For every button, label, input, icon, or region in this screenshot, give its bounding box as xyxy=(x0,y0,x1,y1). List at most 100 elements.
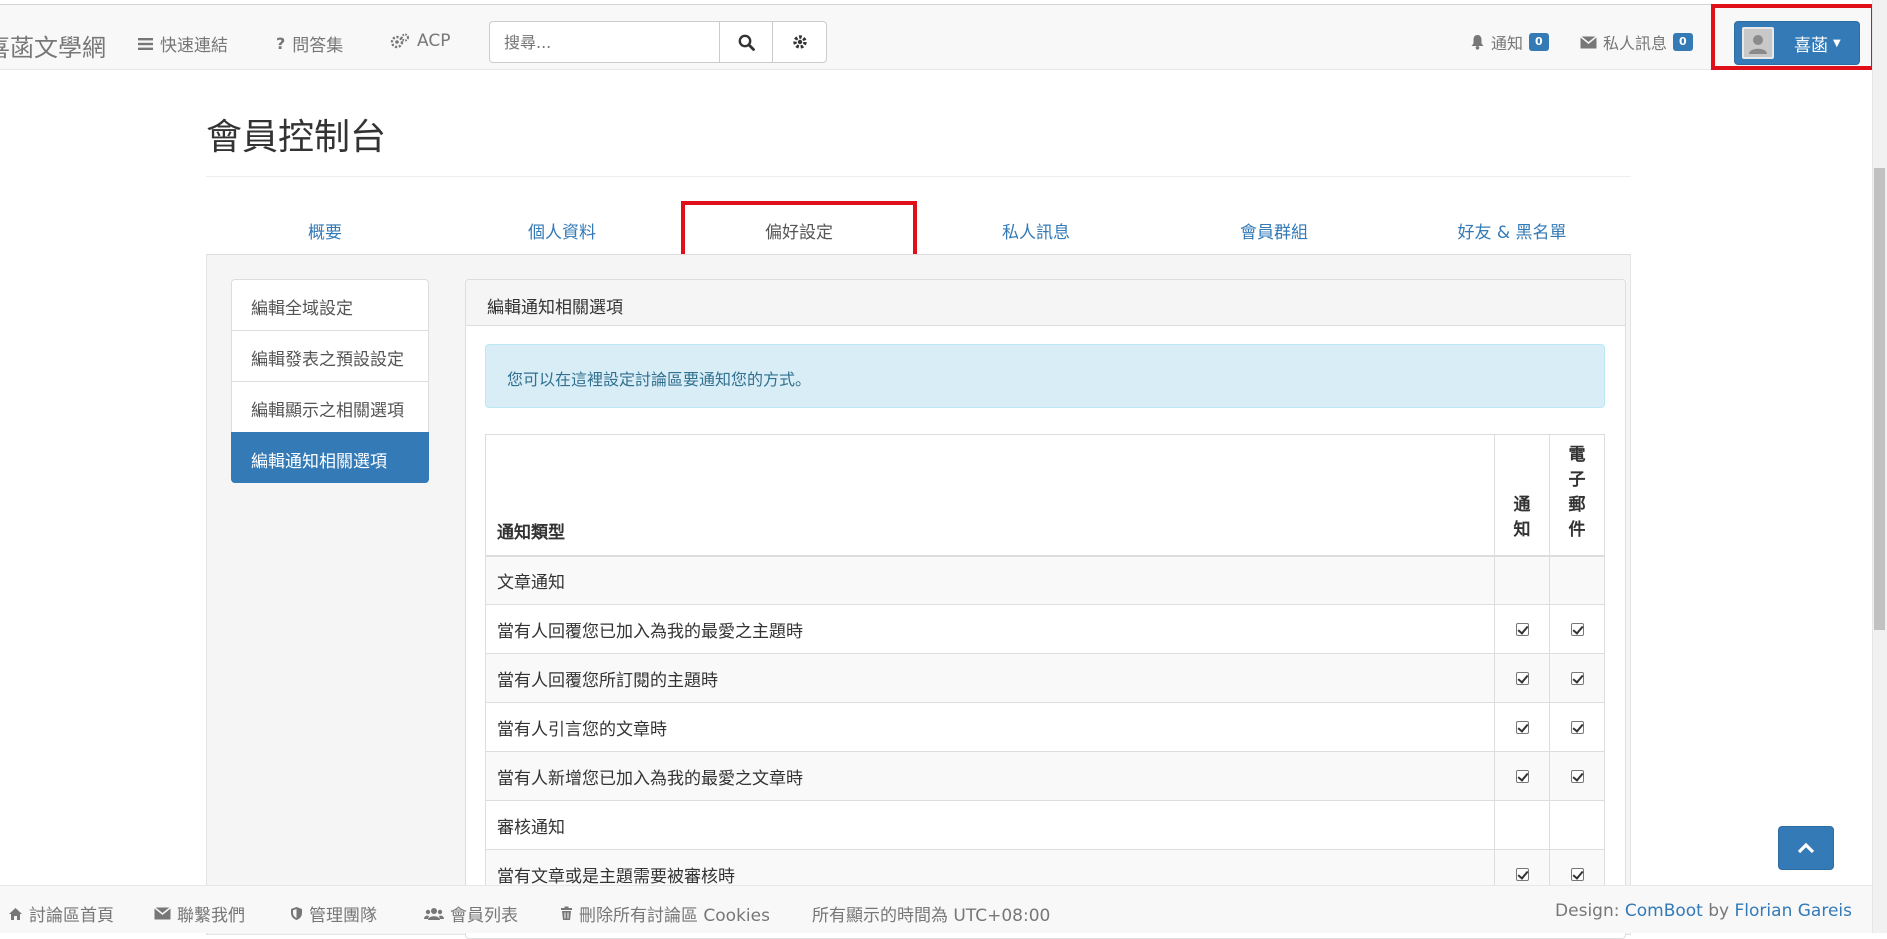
empty-cell xyxy=(1494,555,1550,605)
sidebar-item-display-options[interactable]: 編輯顯示之相關選項 xyxy=(231,381,429,432)
scrollbar-thumb[interactable] xyxy=(1874,168,1885,630)
column-header-email: 電子郵件 xyxy=(1549,434,1605,557)
group-label: 文章通知 xyxy=(485,555,1495,605)
advanced-search-button[interactable] xyxy=(773,21,827,63)
tab-preferences[interactable]: 偏好設定 xyxy=(765,218,833,243)
footer-board-index-label: 討論區首頁 xyxy=(29,906,114,926)
quick-links-menu[interactable]: 快速連結 xyxy=(138,31,228,56)
notifications-count-badge: 0 xyxy=(1529,33,1549,51)
footer-delete-cookies-link[interactable]: 刪除所有討論區 Cookies xyxy=(560,901,770,926)
footer-timezone-label: 所有顯示的時間為 UTC+08:00 xyxy=(812,906,1051,926)
notification-options-panel: 編輯通知相關選項 您可以在這裡設定討論區要通知您的方式。 通知類型 通知 電子郵… xyxy=(465,279,1626,939)
question-icon: ? xyxy=(276,34,286,53)
faq-link[interactable]: ? 問答集 xyxy=(276,31,343,56)
notifications-link[interactable]: 通知 0 xyxy=(1470,30,1549,54)
title-divider xyxy=(206,176,1631,177)
private-messages-link[interactable]: 私人訊息 0 xyxy=(1580,30,1693,54)
email-checkbox[interactable] xyxy=(1570,671,1584,685)
bell-icon xyxy=(1471,35,1484,50)
credit-author-link[interactable]: Florian Gareis xyxy=(1735,901,1852,921)
table-group-row: 文章通知 xyxy=(485,555,1605,605)
empty-cell xyxy=(1494,800,1550,850)
tab-friends-foes[interactable]: 好友 & 黑名單 xyxy=(1457,218,1566,243)
avatar xyxy=(1742,27,1774,59)
tab-private-messages[interactable]: 私人訊息 xyxy=(1002,218,1070,243)
shield-icon xyxy=(291,907,302,920)
site-brand[interactable]: 喜菡文學網 xyxy=(0,28,106,63)
private-messages-label: 私人訊息 xyxy=(1603,34,1668,53)
table-row: 當有人新增您已加入為我的最愛之文章時 xyxy=(485,751,1605,801)
notification-options-table: 通知類型 通知 電子郵件 文章通知 當有人回覆您已加入為我的最愛之主題時 當有人… xyxy=(485,434,1605,899)
email-checkbox[interactable] xyxy=(1570,622,1584,636)
tab-usergroups[interactable]: 會員群組 xyxy=(1240,218,1308,243)
users-icon xyxy=(424,907,444,920)
column-header-type: 通知類型 xyxy=(485,434,1495,557)
quick-links-label: 快速連結 xyxy=(160,36,228,56)
caret-down-icon: ▼ xyxy=(1833,37,1841,49)
tab-profile[interactable]: 個人資料 xyxy=(528,218,596,243)
notify-checkbox[interactable] xyxy=(1515,622,1529,636)
notify-cell xyxy=(1494,604,1550,654)
search-input[interactable] xyxy=(489,21,719,63)
table-group-row: 審核通知 xyxy=(485,800,1605,850)
notifications-label: 通知 xyxy=(1491,34,1524,53)
table-row: 當有人回覆您所訂閱的主題時 xyxy=(485,653,1605,703)
column-header-notify-label: 通知 xyxy=(1513,494,1531,540)
chevron-up-icon xyxy=(1797,842,1815,854)
user-menu-button[interactable]: 喜菡 ▼ xyxy=(1734,21,1860,65)
credit-by: by xyxy=(1708,901,1730,921)
email-checkbox[interactable] xyxy=(1570,769,1584,783)
sidebar-item-notification-options[interactable]: 編輯通知相關選項 xyxy=(231,432,429,483)
email-cell xyxy=(1549,751,1605,801)
tab-overview[interactable]: 概要 xyxy=(308,218,342,243)
sidebar-item-global-settings[interactable]: 編輯全域設定 xyxy=(231,279,429,330)
notify-checkbox[interactable] xyxy=(1515,769,1529,783)
back-to-top-button[interactable] xyxy=(1778,826,1834,870)
notify-checkbox[interactable] xyxy=(1515,867,1529,881)
acp-label: ACP xyxy=(417,31,451,51)
footer-timezone: 所有顯示的時間為 UTC+08:00 xyxy=(812,901,1050,926)
footer-team-link[interactable]: 管理團隊 xyxy=(290,901,377,926)
top-navbar: 喜菡文學網 快速連結 ? 問答集 ACP 通知 0 私人訊息 0 喜菡 ▼ xyxy=(0,4,1872,70)
sidebar-item-posting-defaults[interactable]: 編輯發表之預設設定 xyxy=(231,330,429,381)
footer-delete-cookies-label: 刪除所有討論區 Cookies xyxy=(579,906,770,926)
faq-label: 問答集 xyxy=(292,36,344,56)
notification-type-label: 當有人回覆您已加入為我的最愛之主題時 xyxy=(485,604,1495,654)
user-name: 喜菡 xyxy=(1794,35,1828,56)
notify-cell xyxy=(1494,702,1550,752)
email-checkbox[interactable] xyxy=(1570,867,1584,881)
gear-icon xyxy=(792,35,807,49)
search-button[interactable] xyxy=(719,21,773,63)
info-alert: 您可以在這裡設定討論區要通知您的方式。 xyxy=(485,344,1605,408)
footer-board-index-link[interactable]: 討論區首頁 xyxy=(8,901,114,926)
footer-contact-link[interactable]: 聯繫我們 xyxy=(154,901,245,926)
credit-theme-link[interactable]: ComBoot xyxy=(1625,901,1703,921)
footer-contact-label: 聯繫我們 xyxy=(177,906,245,926)
footer-credit: Design: ComBoot by Florian Gareis xyxy=(1555,901,1852,921)
notification-type-label: 當有人回覆您所訂閱的主題時 xyxy=(485,653,1495,703)
empty-cell xyxy=(1549,800,1605,850)
notify-checkbox[interactable] xyxy=(1515,720,1529,734)
private-messages-count-badge: 0 xyxy=(1673,33,1693,51)
home-icon xyxy=(9,907,22,920)
footer-team-label: 管理團隊 xyxy=(309,906,377,926)
notification-type-label: 當有人引言您的文章時 xyxy=(485,702,1495,752)
panel-heading: 編輯通知相關選項 xyxy=(466,280,1625,326)
credit-prefix: Design: xyxy=(1555,901,1620,921)
bars-icon xyxy=(138,37,153,50)
table-row: 當有人引言您的文章時 xyxy=(485,702,1605,752)
email-checkbox[interactable] xyxy=(1570,720,1584,734)
page-title: 會員控制台 xyxy=(206,117,387,158)
notify-cell xyxy=(1494,653,1550,703)
email-cell xyxy=(1549,604,1605,654)
footer-memberlist-link[interactable]: 會員列表 xyxy=(424,901,518,926)
empty-cell xyxy=(1549,555,1605,605)
notify-checkbox[interactable] xyxy=(1515,671,1529,685)
search-icon xyxy=(738,34,755,51)
column-header-email-label: 電子郵件 xyxy=(1568,444,1586,540)
group-label: 審核通知 xyxy=(485,800,1495,850)
table-row: 當有人回覆您已加入為我的最愛之主題時 xyxy=(485,604,1605,654)
cogs-icon xyxy=(390,33,409,49)
footer-bar: 討論區首頁 聯繫我們 管理團隊 會員列表 刪除所有討論區 Cookies 所有顯… xyxy=(0,885,1872,933)
acp-link[interactable]: ACP xyxy=(390,31,450,51)
